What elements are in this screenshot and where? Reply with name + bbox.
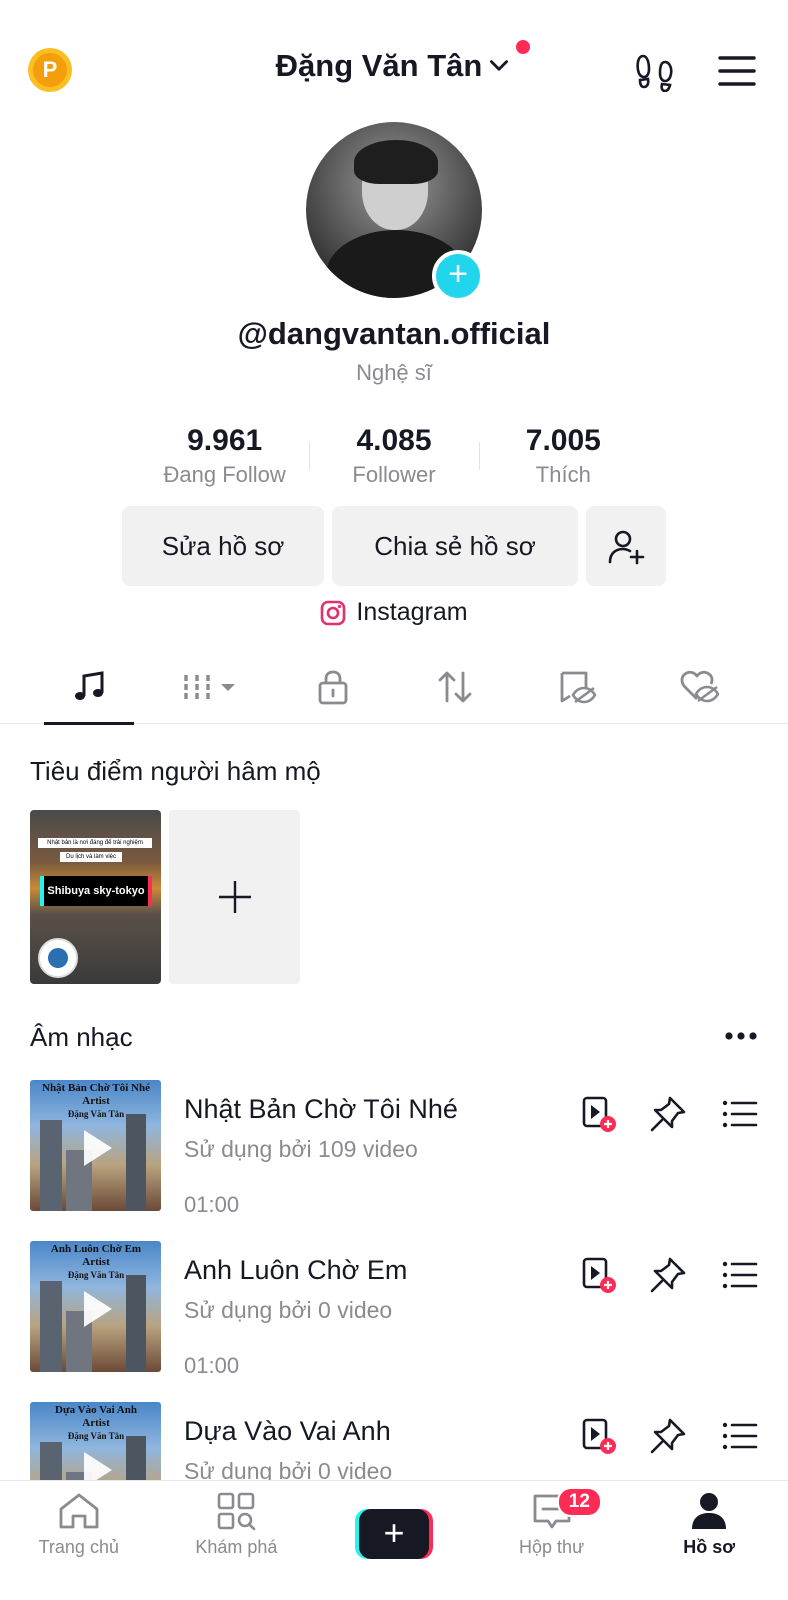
track-duration: 01:00 <box>184 1353 240 1378</box>
stat-value: 9.961 <box>187 424 263 457</box>
pin-icon[interactable] <box>648 1416 688 1456</box>
heart-hidden-icon <box>680 670 719 703</box>
more-options-icon[interactable] <box>724 1028 758 1044</box>
tab-music[interactable] <box>28 650 150 725</box>
pin-icon[interactable] <box>648 1094 688 1134</box>
cover-text: Dựa Vào Vai Anh Artist Đặng Văn Tân <box>55 1404 137 1441</box>
create-button[interactable]: + <box>354 1509 433 1559</box>
share-profile-button[interactable]: Chia sẻ hồ sơ <box>332 506 578 586</box>
explore-icon <box>218 1492 256 1531</box>
stat-followers[interactable]: 4.085 Follower <box>309 424 478 494</box>
pin-icon[interactable] <box>648 1255 688 1295</box>
fan-spotlight-video[interactable]: Nhật bản là nơi đáng để trải nghiệm Du l… <box>30 810 161 984</box>
tab-private[interactable] <box>272 650 394 724</box>
tab-videos[interactable] <box>150 650 272 724</box>
play-icon <box>84 1130 112 1166</box>
nav-label: Khám phá <box>195 1537 278 1557</box>
menu-icon[interactable] <box>718 54 756 88</box>
music-section-title: Âm nhạc <box>30 1022 133 1052</box>
plus-icon: + <box>358 1509 429 1559</box>
profile-tabs <box>0 650 788 725</box>
nav-label: Trang chủ <box>38 1537 119 1557</box>
cover-text: Anh Luôn Chờ Em Artist Đặng Văn Tân <box>50 1243 142 1280</box>
track-cover[interactable]: Dựa Vào Vai Anh Artist Đặng Văn Tân <box>30 1402 161 1480</box>
stat-value: 7.005 <box>525 424 601 457</box>
thumb-tag: Shibuya sky-tokyo <box>40 876 152 906</box>
instagram-icon <box>321 600 346 625</box>
stat-label: Đang Follow <box>163 462 286 487</box>
profile-icon <box>692 1493 727 1529</box>
lock-icon <box>318 670 348 705</box>
thumb-caption: Du lịch và làm việc <box>60 852 122 862</box>
music-note-icon <box>75 671 104 700</box>
track-name: Nhật Bản Chờ Tôi Nhé <box>184 1094 458 1124</box>
play-icon <box>84 1452 112 1480</box>
instagram-label: Instagram <box>356 598 468 626</box>
track-uses: Sử dụng bởi 0 video <box>184 1297 393 1323</box>
chevron-down-icon <box>490 60 509 71</box>
stat-label: Follower <box>352 462 436 487</box>
footprints-icon[interactable] <box>634 50 676 92</box>
profile-stats: 9.961 Đang Follow 4.085 Follower 7.005 T… <box>140 424 648 494</box>
playlist-icon[interactable] <box>720 1416 760 1456</box>
stat-value: 4.085 <box>356 424 432 457</box>
nav-label: Hộp thư <box>519 1537 585 1557</box>
plus-icon <box>218 881 251 913</box>
nav-explore[interactable]: Khám phá <box>158 1481 316 1581</box>
stat-following[interactable]: 9.961 Đang Follow <box>140 424 309 494</box>
track-name: Anh Luôn Chờ Em <box>184 1255 408 1285</box>
add-fan-spotlight-button[interactable] <box>169 810 300 984</box>
profile-username: @dangvantan.official <box>237 316 551 351</box>
use-sound-icon[interactable] <box>580 1416 620 1456</box>
track-uses: Sử dụng bởi 109 video <box>184 1136 418 1162</box>
tab-reposts[interactable] <box>394 650 516 724</box>
stat-likes[interactable]: 7.005 Thích <box>478 424 648 494</box>
videos-grid-icon <box>184 675 235 701</box>
music-track[interactable]: Nhật Bản Chờ Tôi Nhé Artist Đặng Văn Tân N… <box>0 1080 788 1230</box>
creator-logo <box>38 938 78 978</box>
nav-create[interactable]: + <box>315 1481 473 1581</box>
nav-home[interactable]: Trang chủ <box>0 1481 158 1581</box>
cover-text: Nhật Bản Chờ Tôi Nhé Artist Đặng Văn Tân <box>42 1082 150 1119</box>
home-icon <box>59 1493 99 1529</box>
add-user-icon <box>608 530 645 565</box>
track-uses: Sử dụng bởi 0 video <box>184 1458 393 1480</box>
bookmark-hidden-icon <box>560 671 597 704</box>
thumb-caption: Nhật bản là nơi đáng để trải nghiệm <box>38 838 152 848</box>
instagram-link[interactable]: Instagram <box>0 598 788 633</box>
inbox-badge: 12 <box>556 1487 602 1517</box>
playlist-icon[interactable] <box>720 1094 760 1134</box>
track-name: Dựa Vào Vai Anh <box>184 1416 391 1446</box>
nav-inbox[interactable]: 12 Hộp thư <box>473 1481 631 1581</box>
fan-spotlight-title: Tiêu điểm người hâm mộ <box>30 756 321 786</box>
nav-profile[interactable]: Hồ sơ <box>630 1481 788 1581</box>
use-sound-icon[interactable] <box>580 1094 620 1134</box>
profile-category: Nghệ sĩ <box>356 360 432 385</box>
tab-favorites[interactable] <box>516 650 638 724</box>
notification-dot <box>516 40 531 54</box>
add-friend-button[interactable] <box>586 506 666 586</box>
tab-liked[interactable] <box>638 650 760 724</box>
add-story-plus-icon[interactable]: + <box>432 250 484 302</box>
music-track[interactable]: Anh Luôn Chờ Em Artist Đặng Văn Tân Anh Lu… <box>0 1241 788 1391</box>
play-icon <box>84 1291 112 1327</box>
bottom-navigation: Trang chủ Khám phá + 12 Hộp thư Hồ sơ <box>0 1480 788 1600</box>
account-name: Đặng Văn Tân <box>275 48 483 83</box>
use-sound-icon[interactable] <box>580 1255 620 1295</box>
track-cover[interactable]: Nhật Bản Chờ Tôi Nhé Artist Đặng Văn Tân <box>30 1080 161 1211</box>
top-bar: P Đặng Văn Tân <box>0 0 788 130</box>
repost-icon <box>438 671 472 703</box>
stat-label: Thích <box>535 462 591 487</box>
music-track[interactable]: Dựa Vào Vai Anh Artist Đặng Văn Tân Dựa Và… <box>0 1402 788 1480</box>
track-duration: 01:00 <box>184 1192 240 1217</box>
track-cover[interactable]: Anh Luôn Chờ Em Artist Đặng Văn Tân <box>30 1241 161 1372</box>
edit-profile-button[interactable]: Sửa hồ sơ <box>122 506 324 586</box>
nav-label: Hồ sơ <box>683 1537 736 1557</box>
playlist-icon[interactable] <box>720 1255 760 1295</box>
